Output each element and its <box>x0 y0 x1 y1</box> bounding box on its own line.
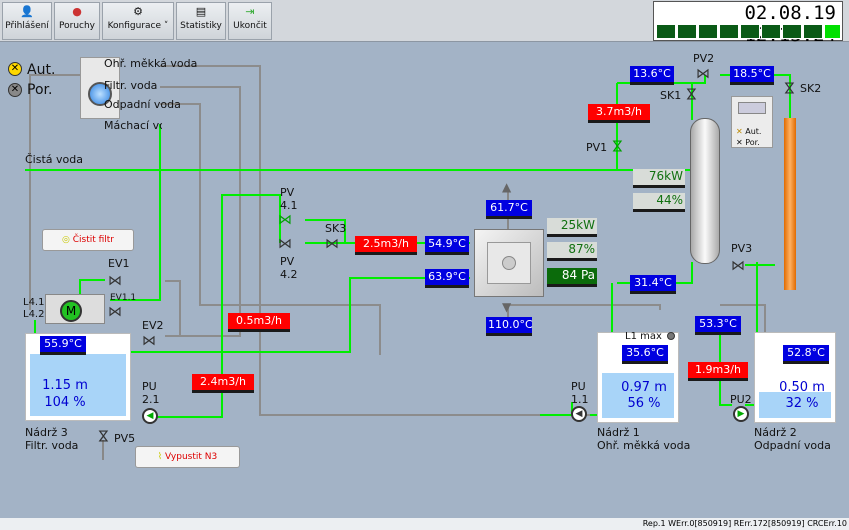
tank-2-percent: 32 % <box>785 396 819 411</box>
tank-3-desc: Filtr. voda <box>25 439 79 452</box>
tank-3-temp: 55.9°C <box>40 336 86 355</box>
temp-center-top: 61.7°C <box>486 200 532 219</box>
flow-pv4: 2.5m3/h <box>355 236 417 255</box>
mini-legend-manual: Por. <box>745 138 760 147</box>
valve-pv2-label: PV2 <box>693 52 715 65</box>
valve-pv2-icon[interactable]: ⋈ <box>696 66 710 82</box>
valve-sk1-label: SK1 <box>660 89 682 102</box>
heat-exchanger-unit[interactable] <box>474 229 544 297</box>
status-bar: Rep.1 WErr.0[850919] RErr.172[850919] CR… <box>0 518 849 530</box>
temp-top-right: 18.5°C <box>730 66 774 85</box>
tank-1-max-label: L1 max <box>625 331 662 342</box>
valve-pv42-icon[interactable]: ⋈ <box>278 236 292 252</box>
temp-center-left-bottom: 63.9°C <box>425 269 469 288</box>
valve-ev1-label: EV1 <box>108 257 130 270</box>
flow-pu2: 1.9m3/h <box>688 362 748 381</box>
valve-pv3-label: PV3 <box>731 242 753 255</box>
tank-2-desc: Odpadní voda <box>754 439 831 452</box>
clean-filter-button[interactable]: ◎ Čistit filtr <box>42 229 134 251</box>
tank-1-name: Nádrž 1 <box>597 426 640 439</box>
valve-pv42-label: PV 4.2 <box>280 255 298 281</box>
valve-ev2-icon[interactable]: ⋈ <box>142 333 156 349</box>
filter-label-waste-water: Odpadní voda <box>104 98 181 111</box>
valve-sk2-label: SK2 <box>800 82 822 95</box>
valve-pv5-label: PV5 <box>114 432 136 445</box>
auto-indicator-icon: ✕ <box>736 127 743 136</box>
pressure-center: 84 Pa <box>547 268 597 287</box>
tank-2-temp: 52.8°C <box>783 345 829 364</box>
tank-1-desc: Ohř. měkká voda <box>597 439 691 452</box>
arrow-down-icon: ▼ <box>502 300 512 314</box>
valve-sk3-icon[interactable]: ⋈ <box>325 236 339 252</box>
valve-ev11-icon[interactable]: ⋈ <box>108 304 122 320</box>
percent-center: 87% <box>547 242 597 261</box>
clean-water-label: Čistá voda <box>25 153 83 166</box>
temp-center-left-top: 54.9°C <box>425 236 469 255</box>
tank-1-percent: 56 % <box>627 396 661 411</box>
power-center: 25kW <box>547 218 597 237</box>
tank-2-level: 0.50 m <box>779 380 825 395</box>
arrow-up-icon: ▲ <box>502 180 512 194</box>
valve-pv41-icon[interactable]: ⋈ <box>278 212 292 228</box>
valve-sk2-icon[interactable]: ⋈ <box>781 81 797 95</box>
valve-pv5-icon[interactable]: ⋈ <box>95 429 111 443</box>
valve-ev1-icon[interactable]: ⋈ <box>108 273 122 289</box>
temp-top-left: 13.6°C <box>630 66 674 85</box>
valve-sk1-icon[interactable]: ⋈ <box>683 87 699 101</box>
tank-2-name: Nádrž 2 <box>754 426 797 439</box>
valve-ev2-label: EV2 <box>142 319 164 332</box>
level-sensor-icon <box>667 332 675 340</box>
mini-legend-auto: Aut. <box>745 127 762 136</box>
flow-pu21: 2.4m3/h <box>192 374 254 393</box>
percent-hx: 44% <box>633 193 685 212</box>
pump-pu21-icon[interactable]: ◀ <box>142 408 158 424</box>
filter-label-filtered-water: Filtr. voda <box>104 79 158 92</box>
pump-pu21-label: PU 2.1 <box>142 380 160 406</box>
tank-1-level: 0.97 m <box>621 380 667 395</box>
filter-icon: ◎ <box>61 235 70 245</box>
legend-auto-label: Aut. <box>27 62 56 78</box>
filter-label-rinse-water: Máchací voda <box>104 119 162 132</box>
pump-pu2-label: PU2 <box>730 393 752 406</box>
tank-3-level: 1.15 m <box>42 378 88 393</box>
faucet-icon: ⌇ <box>157 452 163 462</box>
valve-pv1-label: PV1 <box>586 141 608 154</box>
pump-pu11-icon[interactable]: ◀ <box>571 406 587 422</box>
valve-pv3-icon[interactable]: ⋈ <box>731 258 745 274</box>
drain-n3-button[interactable]: ⌇ Vypustit N3 <box>135 446 240 468</box>
manual-indicator-icon: ✕ <box>8 83 22 97</box>
valve-sk3-label: SK3 <box>325 222 347 235</box>
motor-icon[interactable]: M <box>60 300 82 322</box>
temp-return: 31.4°C <box>630 275 676 294</box>
manual-indicator-icon: ✕ <box>736 138 743 147</box>
temp-pu2-line: 53.3°C <box>695 316 741 335</box>
valve-pv41-label: PV 4.1 <box>280 186 298 212</box>
column-exchanger[interactable] <box>690 118 720 264</box>
flow-pv1: 3.7m3/h <box>588 104 650 123</box>
filter-label-soft-water: Ohř. měkká voda <box>104 57 198 70</box>
power-hx: 76kW <box>633 169 685 188</box>
temp-center-bottom: 110.0°C <box>486 317 533 336</box>
legend-manual-label: Por. <box>27 82 53 98</box>
pump-pu2-icon[interactable]: ▶ <box>733 406 749 422</box>
auto-indicator-icon: ✕ <box>8 62 22 76</box>
heated-pipe <box>784 118 796 290</box>
control-panel-mini[interactable]: ✕ Aut. ✕ Por. <box>731 96 773 148</box>
pump-pu11-label: PU 1.1 <box>571 380 589 406</box>
tank-3-percent: 104 % <box>44 395 86 410</box>
level-l42-label: L4.2 <box>23 309 45 320</box>
valve-pv1-icon[interactable]: ⋈ <box>609 139 625 153</box>
flow-ev: 0.5m3/h <box>228 313 290 332</box>
tank-3-name: Nádrž 3 <box>25 426 68 439</box>
tank-1-temp: 35.6°C <box>622 345 668 364</box>
